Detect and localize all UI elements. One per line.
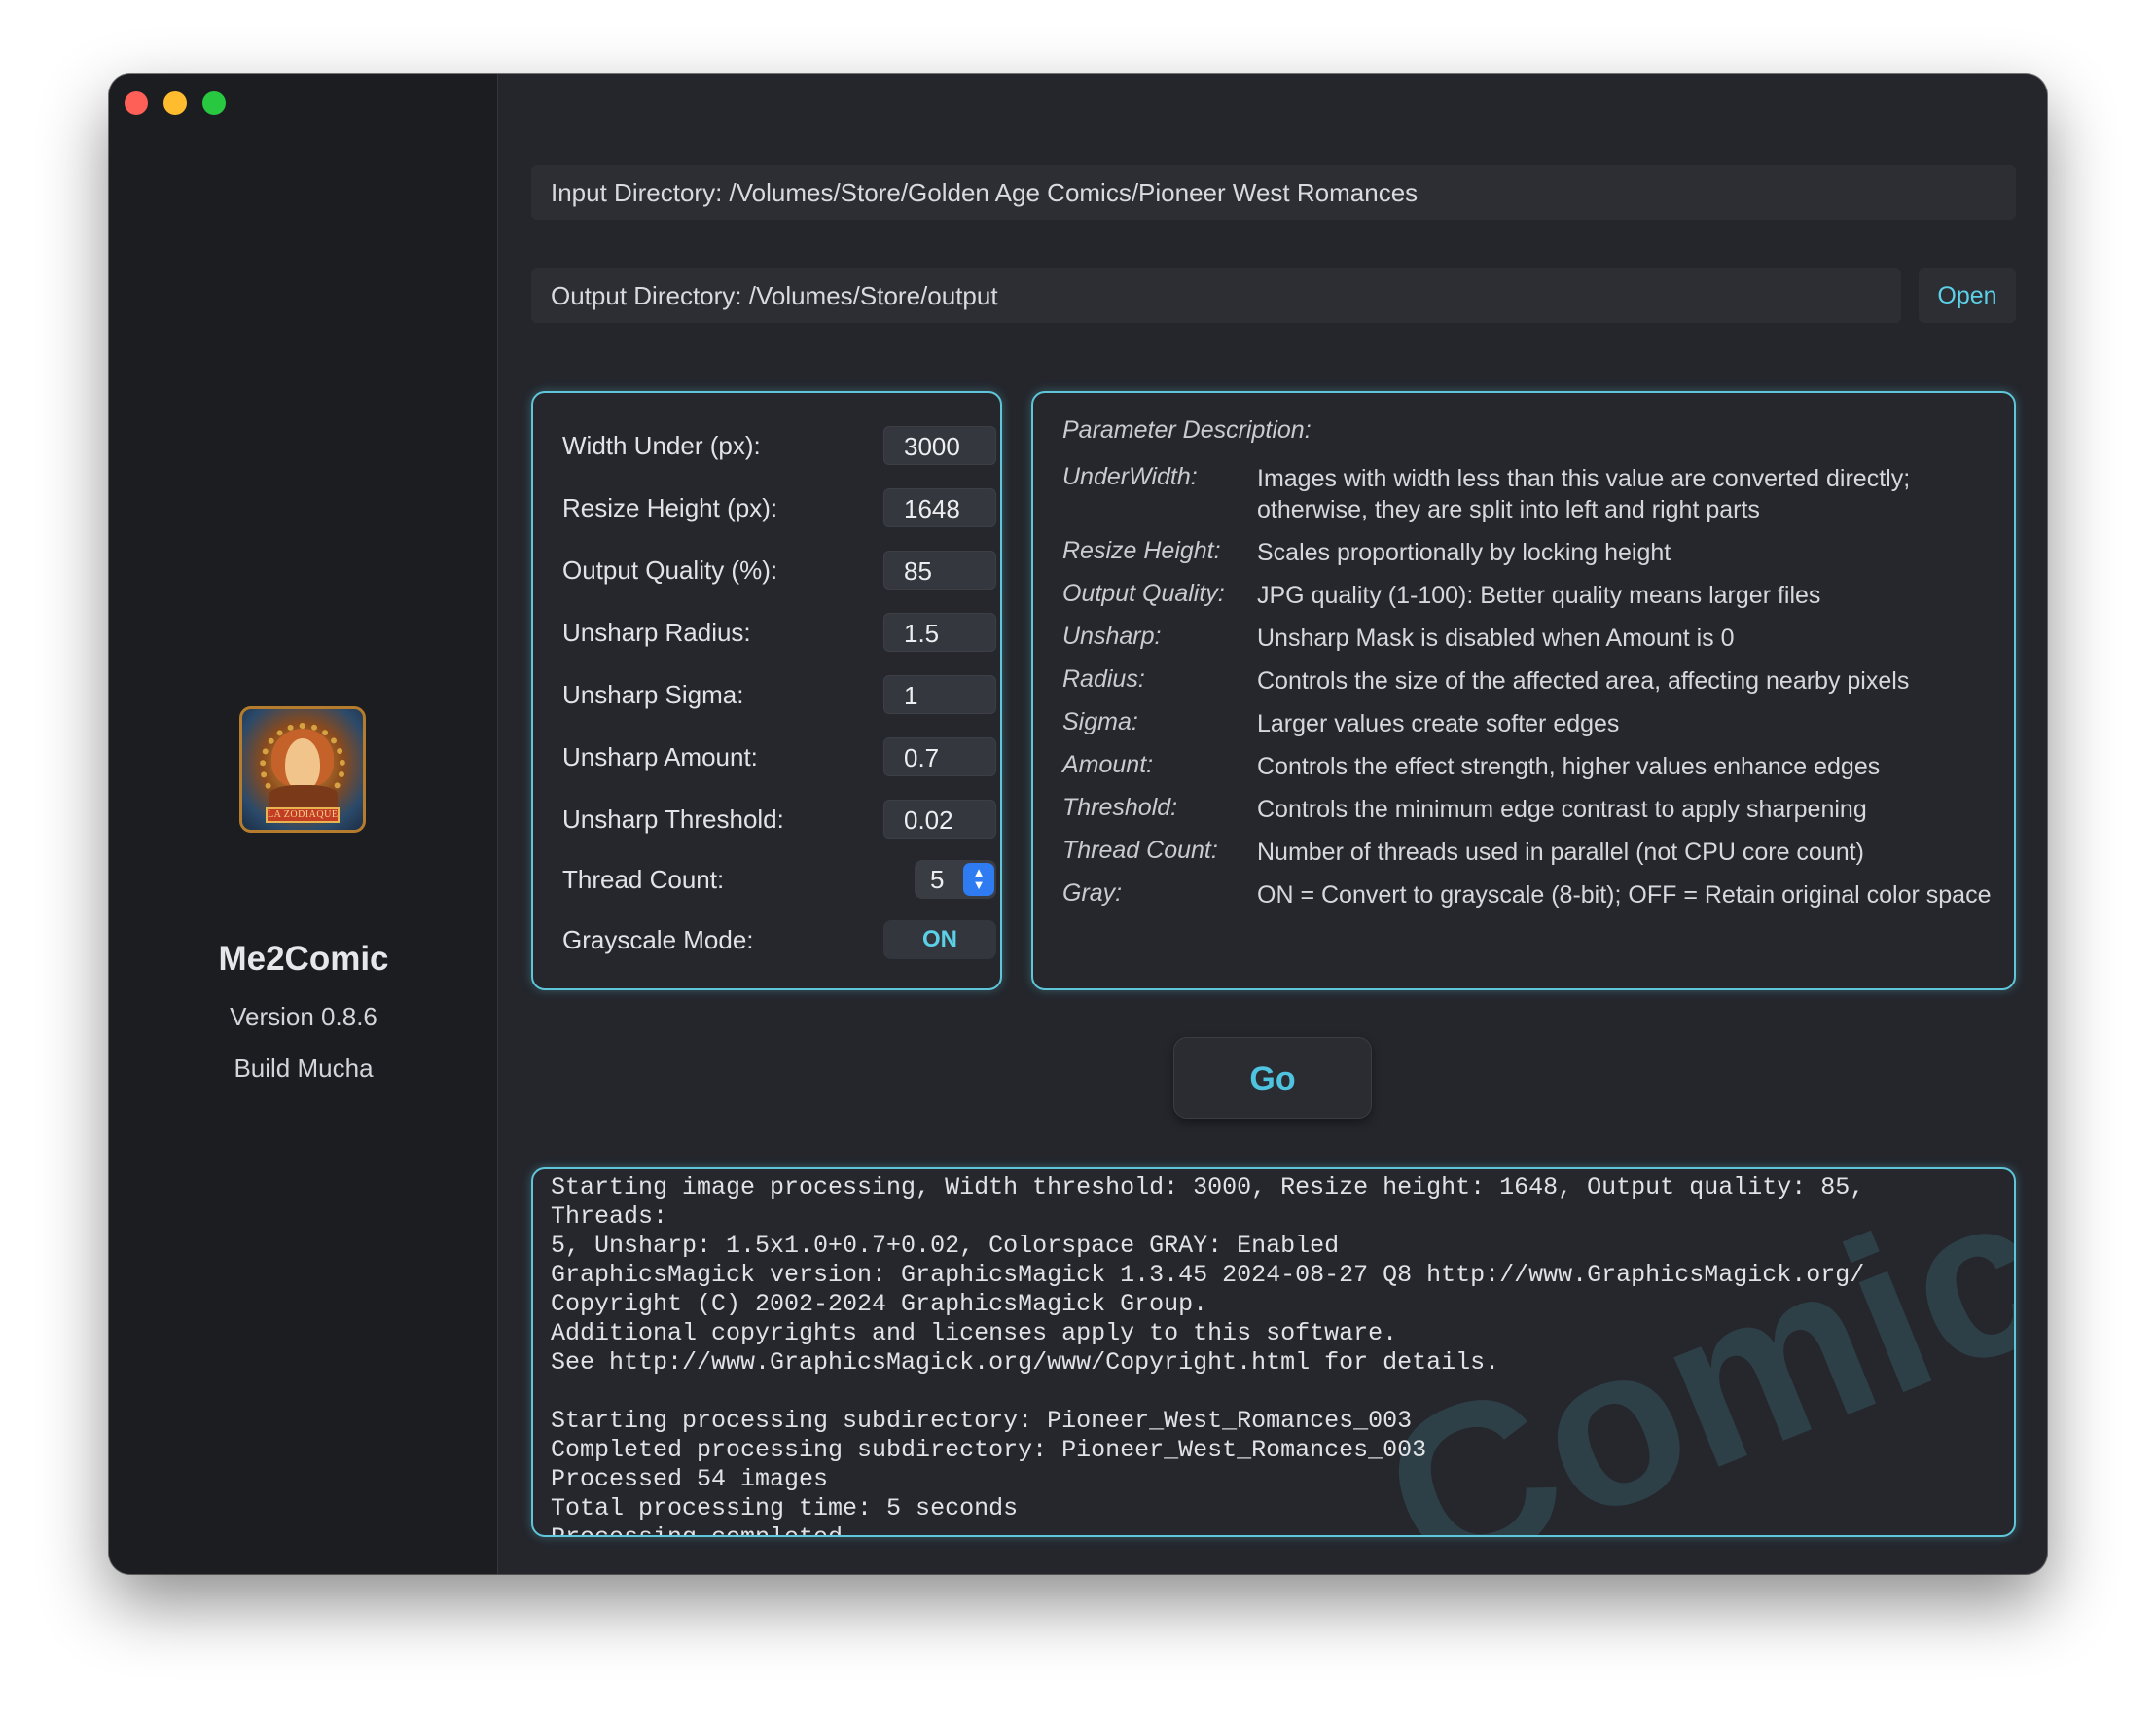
desc-text: JPG quality (1-100): Better quality mean… xyxy=(1257,582,1821,609)
app-window: LA ZODIAQUE Me2Comic Version 0.8.6 Build… xyxy=(109,74,2047,1574)
param-row-grayscale: Grayscale Mode: ON xyxy=(562,918,996,961)
output-directory-field[interactable]: Output Directory: /Volumes/Store/output xyxy=(531,268,1901,323)
log-line: 5, Unsharp: 1.5x1.0+0.7+0.02, Colorspace… xyxy=(551,1232,1340,1260)
log-line: Completed processing subdirectory: Pione… xyxy=(551,1436,1427,1464)
desc-text: Images with width less than this value a… xyxy=(1257,465,1911,523)
width-under-input[interactable]: 3000 xyxy=(883,426,996,465)
input-directory-field[interactable]: Input Directory: /Volumes/Store/Golden A… xyxy=(531,165,2016,220)
param-row-unsharp-threshold: Unsharp Threshold: 0.02 xyxy=(562,798,996,841)
thread-count-value: 5 xyxy=(930,865,945,894)
param-row-unsharp-sigma: Unsharp Sigma: 1 xyxy=(562,673,996,716)
desc-text: Controls the effect strength, higher val… xyxy=(1257,753,1881,780)
go-button[interactable]: Go xyxy=(1173,1037,1372,1119)
param-label: Unsharp Radius: xyxy=(562,618,751,647)
stepper-arrows-icon[interactable]: ▲ ▼ xyxy=(963,863,994,896)
param-label: Unsharp Amount: xyxy=(562,742,758,771)
grayscale-toggle[interactable]: ON xyxy=(883,920,996,959)
desc-term: Amount: xyxy=(1062,751,1154,778)
param-label: Width Under (px): xyxy=(562,431,761,460)
logo-banner: LA ZODIAQUE xyxy=(266,807,340,823)
log-line: Additional copyrights and licenses apply… xyxy=(551,1319,1398,1347)
desc-term: Resize Height: xyxy=(1062,537,1221,564)
desc-text: Number of threads used in parallel (not … xyxy=(1257,839,1864,866)
parameters-panel: Width Under (px): 3000 Resize Height (px… xyxy=(531,391,1002,990)
window-controls xyxy=(125,91,226,115)
param-label: Output Quality (%): xyxy=(562,555,778,585)
unsharp-sigma-input[interactable]: 1 xyxy=(883,675,996,714)
open-output-button[interactable]: Open xyxy=(1919,268,2016,323)
sidebar: LA ZODIAQUE Me2Comic Version 0.8.6 Build… xyxy=(109,74,498,1574)
description-panel: Parameter Description: UnderWidth: Image… xyxy=(1031,391,2016,990)
desc-term: Sigma: xyxy=(1062,708,1138,735)
logo-body xyxy=(270,785,338,808)
desc-term: Thread Count: xyxy=(1062,837,1218,864)
desc-term: Gray: xyxy=(1062,879,1123,907)
app-version: Version 0.8.6 xyxy=(230,1002,377,1031)
desc-term: UnderWidth: xyxy=(1062,463,1198,490)
desc-text: Larger values create softer edges xyxy=(1257,710,1620,737)
log-output-panel[interactable]: Comic Starting image processing, Width t… xyxy=(531,1167,2016,1537)
log-line: Starting processing subdirectory: Pionee… xyxy=(551,1407,1413,1435)
param-label: Unsharp Sigma: xyxy=(562,680,744,709)
desc-text: Controls the minimum edge contrast to ap… xyxy=(1257,796,1867,823)
logo-face xyxy=(285,738,320,791)
log-line: See http://www.GraphicsMagick.org/www/Co… xyxy=(551,1348,1500,1377)
description-title: Parameter Description: xyxy=(1062,416,1312,444)
param-label: Thread Count: xyxy=(562,865,725,894)
desc-term: Unsharp: xyxy=(1062,623,1162,650)
param-row-unsharp-amount: Unsharp Amount: 0.7 xyxy=(562,735,996,778)
param-label: Grayscale Mode: xyxy=(562,925,754,954)
app-build: Build Mucha xyxy=(234,1054,374,1083)
log-line: Processed 54 images xyxy=(551,1465,829,1493)
param-row-width-under: Width Under (px): 3000 xyxy=(562,424,996,467)
log-line: Copyright (C) 2002-2024 GraphicsMagick G… xyxy=(551,1290,1208,1318)
unsharp-radius-input[interactable]: 1.5 xyxy=(883,613,996,652)
app-logo: LA ZODIAQUE xyxy=(239,706,366,833)
log-line: GraphicsMagick version: GraphicsMagick 1… xyxy=(551,1261,1865,1289)
close-window-button[interactable] xyxy=(125,91,148,115)
log-line: Processing completed xyxy=(551,1523,1994,1535)
unsharp-threshold-input[interactable]: 0.02 xyxy=(883,800,996,839)
log-line: Starting image processing, Width thresho… xyxy=(551,1173,1880,1231)
app-name: Me2Comic xyxy=(218,940,389,978)
param-row-resize-height: Resize Height (px): 1648 xyxy=(562,486,996,529)
zoom-window-button[interactable] xyxy=(202,91,226,115)
desc-text: Controls the size of the affected area, … xyxy=(1257,667,1910,695)
desc-term: Output Quality: xyxy=(1062,580,1225,607)
resize-height-input[interactable]: 1648 xyxy=(883,488,996,527)
desc-term: Threshold: xyxy=(1062,794,1178,821)
desc-text: Unsharp Mask is disabled when Amount is … xyxy=(1257,625,1735,652)
param-row-thread-count: Thread Count: 5 ▲ ▼ xyxy=(562,858,996,901)
output-quality-input[interactable]: 85 xyxy=(883,551,996,590)
param-row-unsharp-radius: Unsharp Radius: 1.5 xyxy=(562,611,996,654)
param-label: Unsharp Threshold: xyxy=(562,805,784,834)
thread-count-stepper[interactable]: 5 ▲ ▼ xyxy=(915,860,996,899)
unsharp-amount-input[interactable]: 0.7 xyxy=(883,737,996,776)
desc-text: Scales proportionally by locking height xyxy=(1257,539,1671,566)
desc-term: Radius: xyxy=(1062,665,1145,693)
log-text: Starting image processing, Width thresho… xyxy=(533,1169,2014,1535)
log-line: Total processing time: 5 seconds xyxy=(551,1494,1019,1522)
param-label: Resize Height (px): xyxy=(562,493,778,522)
param-row-output-quality: Output Quality (%): 85 xyxy=(562,549,996,591)
minimize-window-button[interactable] xyxy=(163,91,187,115)
desc-text: ON = Convert to grayscale (8-bit); OFF =… xyxy=(1257,881,1992,909)
